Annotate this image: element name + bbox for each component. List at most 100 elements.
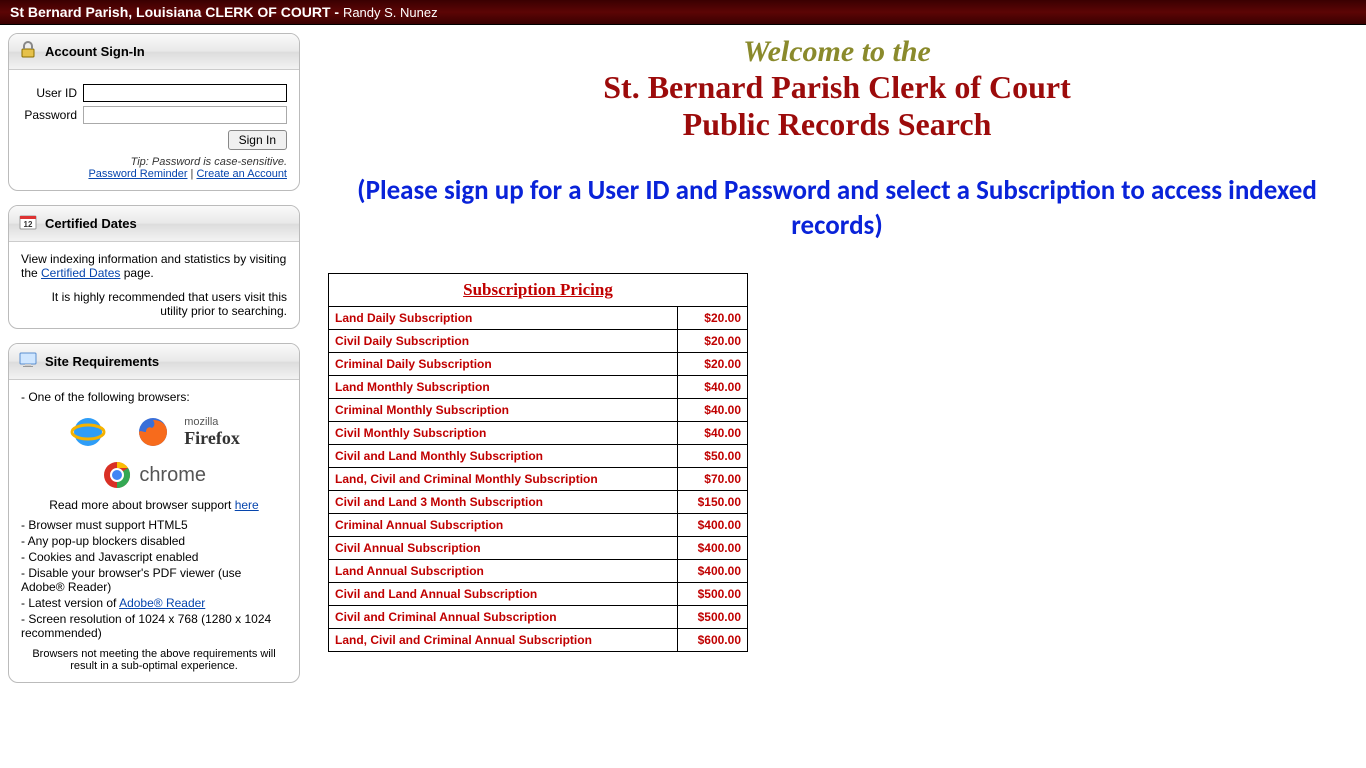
password-label: Password bbox=[21, 108, 83, 122]
pricing-name: Civil Annual Subscription bbox=[329, 537, 678, 560]
browser-support-text: Read more about browser support bbox=[49, 498, 234, 512]
chrome-icon bbox=[102, 467, 135, 481]
password-input[interactable] bbox=[83, 106, 287, 124]
pricing-price: $40.00 bbox=[678, 376, 748, 399]
table-row: Civil Monthly Subscription$40.00 bbox=[329, 422, 748, 445]
req-item: - Screen resolution of 1024 x 768 (1280 … bbox=[21, 612, 287, 640]
table-row: Civil and Criminal Annual Subscription$5… bbox=[329, 606, 748, 629]
calendar-icon: 12 bbox=[19, 213, 37, 234]
pricing-name: Land Monthly Subscription bbox=[329, 376, 678, 399]
pricing-price: $50.00 bbox=[678, 445, 748, 468]
requirements-panel-header: Site Requirements bbox=[9, 344, 299, 380]
certified-dates-panel: 12 Certified Dates View indexing informa… bbox=[8, 205, 300, 329]
table-row: Criminal Annual Subscription$400.00 bbox=[329, 514, 748, 537]
browser-support-link[interactable]: here bbox=[235, 498, 259, 512]
pricing-name: Land Annual Subscription bbox=[329, 560, 678, 583]
pricing-price: $20.00 bbox=[678, 307, 748, 330]
signin-panel-header: Account Sign-In bbox=[9, 34, 299, 70]
pricing-name: Land, Civil and Criminal Monthly Subscri… bbox=[329, 468, 678, 491]
certified-text: View indexing information and statistics… bbox=[21, 252, 287, 280]
sidebar: Account Sign-In User ID Password Sign In… bbox=[0, 25, 308, 705]
pricing-price: $400.00 bbox=[678, 514, 748, 537]
signin-panel: Account Sign-In User ID Password Sign In… bbox=[8, 33, 300, 191]
firefox-icon bbox=[135, 424, 174, 438]
header-title: St Bernard Parish, Louisiana CLERK OF CO… bbox=[10, 4, 343, 20]
table-row: Civil and Land Monthly Subscription$50.0… bbox=[329, 445, 748, 468]
pricing-price: $400.00 bbox=[678, 537, 748, 560]
table-row: Criminal Daily Subscription$20.00 bbox=[329, 353, 748, 376]
requirements-note: Browsers not meeting the above requireme… bbox=[21, 648, 287, 672]
pricing-price: $40.00 bbox=[678, 399, 748, 422]
certified-text-post: page. bbox=[120, 266, 153, 280]
table-row: Land Daily Subscription$20.00 bbox=[329, 307, 748, 330]
pricing-price: $40.00 bbox=[678, 422, 748, 445]
pricing-table: Subscription Pricing Land Daily Subscrip… bbox=[328, 273, 748, 652]
requirements-list: - Browser must support HTML5 - Any pop-u… bbox=[21, 518, 287, 640]
pricing-name: Civil and Land Monthly Subscription bbox=[329, 445, 678, 468]
table-row: Land, Civil and Criminal Monthly Subscri… bbox=[329, 468, 748, 491]
req-item: - Cookies and Javascript enabled bbox=[21, 550, 287, 564]
ie-icon bbox=[68, 424, 111, 438]
welcome-preline: Welcome to the bbox=[328, 35, 1346, 69]
user-id-input[interactable] bbox=[83, 84, 287, 102]
table-row: Civil and Land 3 Month Subscription$150.… bbox=[329, 491, 748, 514]
password-reminder-link[interactable]: Password Reminder bbox=[88, 168, 187, 180]
pricing-price: $500.00 bbox=[678, 583, 748, 606]
certified-panel-header: 12 Certified Dates bbox=[9, 206, 299, 242]
pricing-name: Land Daily Subscription bbox=[329, 307, 678, 330]
lock-icon bbox=[19, 41, 37, 62]
pricing-price: $500.00 bbox=[678, 606, 748, 629]
req-browsers-intro: - One of the following browsers: bbox=[21, 390, 287, 404]
firefox-big-text: Firefox bbox=[184, 428, 240, 449]
requirements-title: Site Requirements bbox=[45, 354, 159, 369]
pricing-name: Civil and Land Annual Subscription bbox=[329, 583, 678, 606]
certified-recommend: It is highly recommended that users visi… bbox=[21, 290, 287, 318]
create-account-link[interactable]: Create an Account bbox=[196, 168, 287, 180]
pricing-heading: Subscription Pricing bbox=[329, 274, 748, 307]
monitor-icon bbox=[19, 351, 37, 372]
site-requirements-panel: Site Requirements - One of the following… bbox=[8, 343, 300, 683]
req-item: - Disable your browser's PDF viewer (use… bbox=[21, 566, 287, 594]
req-item: - Any pop-up blockers disabled bbox=[21, 534, 287, 548]
pricing-name: Criminal Annual Subscription bbox=[329, 514, 678, 537]
signin-title: Account Sign-In bbox=[45, 44, 145, 59]
pricing-name: Civil and Criminal Annual Subscription bbox=[329, 606, 678, 629]
pricing-name: Criminal Monthly Subscription bbox=[329, 399, 678, 422]
password-tip: Tip: Password is case-sensitive. bbox=[21, 156, 287, 168]
pricing-name: Civil and Land 3 Month Subscription bbox=[329, 491, 678, 514]
table-row: Criminal Monthly Subscription$40.00 bbox=[329, 399, 748, 422]
table-row: Land Monthly Subscription$40.00 bbox=[329, 376, 748, 399]
sign-in-button[interactable]: Sign In bbox=[228, 130, 287, 150]
table-row: Land Annual Subscription$400.00 bbox=[329, 560, 748, 583]
req-item: - Latest version of Adobe® Reader bbox=[21, 596, 287, 610]
certified-dates-link[interactable]: Certified Dates bbox=[41, 266, 120, 280]
table-row: Civil Daily Subscription$20.00 bbox=[329, 330, 748, 353]
welcome-line2: Public Records Search bbox=[328, 106, 1346, 143]
pricing-name: Land, Civil and Criminal Annual Subscrip… bbox=[329, 629, 678, 652]
pricing-name: Criminal Daily Subscription bbox=[329, 353, 678, 376]
pricing-price: $400.00 bbox=[678, 560, 748, 583]
certified-title: Certified Dates bbox=[45, 216, 137, 231]
req-item: - Browser must support HTML5 bbox=[21, 518, 287, 532]
welcome-line1: St. Bernard Parish Clerk of Court bbox=[328, 69, 1346, 106]
table-row: Land, Civil and Criminal Annual Subscrip… bbox=[329, 629, 748, 652]
table-row: Civil Annual Subscription$400.00 bbox=[329, 537, 748, 560]
chrome-label: chrome bbox=[139, 464, 206, 486]
pricing-price: $600.00 bbox=[678, 629, 748, 652]
pricing-price: $20.00 bbox=[678, 353, 748, 376]
header-bar: St Bernard Parish, Louisiana CLERK OF CO… bbox=[0, 0, 1366, 25]
pricing-price: $70.00 bbox=[678, 468, 748, 491]
pricing-name: Civil Daily Subscription bbox=[329, 330, 678, 353]
pricing-price: $150.00 bbox=[678, 491, 748, 514]
firefox-label: mozilla Firefox bbox=[184, 416, 240, 449]
pricing-price: $20.00 bbox=[678, 330, 748, 353]
pricing-name: Civil Monthly Subscription bbox=[329, 422, 678, 445]
signup-instruction: (Please sign up for a User ID and Passwo… bbox=[328, 173, 1346, 243]
header-subtitle: Randy S. Nunez bbox=[343, 5, 438, 20]
adobe-reader-link[interactable]: Adobe® Reader bbox=[119, 596, 205, 610]
table-row: Civil and Land Annual Subscription$500.0… bbox=[329, 583, 748, 606]
main-content: Welcome to the St. Bernard Parish Clerk … bbox=[308, 25, 1366, 705]
firefox-small-text: mozilla bbox=[184, 416, 218, 428]
svg-text:12: 12 bbox=[24, 220, 33, 229]
user-id-label: User ID bbox=[21, 86, 83, 100]
